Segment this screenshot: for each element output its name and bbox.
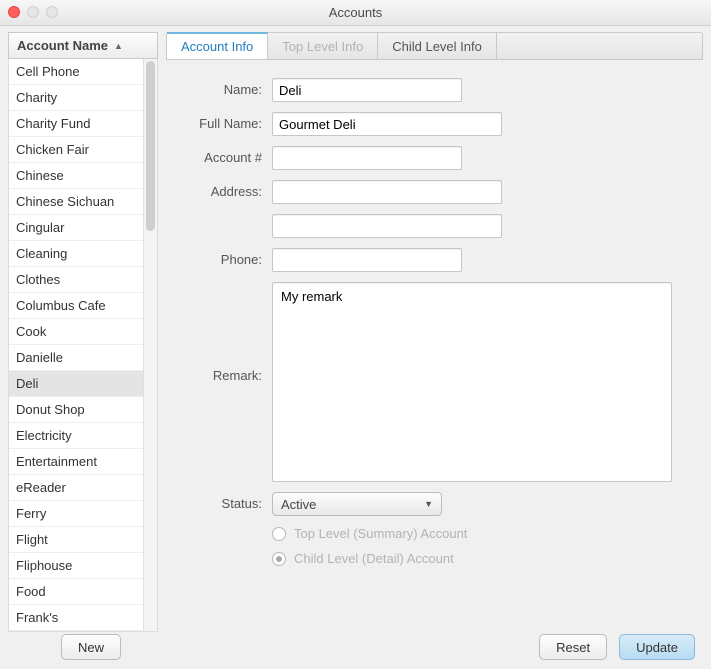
update-button[interactable]: Update bbox=[619, 634, 695, 660]
sidebar-header-label: Account Name bbox=[17, 38, 108, 53]
radio-top-level-label: Top Level (Summary) Account bbox=[294, 526, 467, 541]
label-full-name: Full Name: bbox=[166, 112, 272, 131]
scrollbar[interactable] bbox=[143, 59, 157, 631]
scrollbar-thumb[interactable] bbox=[146, 61, 155, 231]
window-title: Accounts bbox=[329, 5, 382, 20]
remark-textarea[interactable]: My remark bbox=[272, 282, 672, 482]
list-item[interactable]: Food bbox=[9, 579, 143, 605]
radio-child-level: Child Level (Detail) Account bbox=[272, 551, 693, 566]
full-name-input[interactable] bbox=[272, 112, 502, 136]
name-input[interactable] bbox=[272, 78, 462, 102]
list-item[interactable]: Clothes bbox=[9, 267, 143, 293]
close-icon[interactable] bbox=[8, 6, 20, 18]
list-item[interactable]: Flight bbox=[9, 527, 143, 553]
label-name: Name: bbox=[166, 78, 272, 97]
radio-child-level-input bbox=[272, 552, 286, 566]
list-item[interactable]: Cingular bbox=[9, 215, 143, 241]
reset-button[interactable]: Reset bbox=[539, 634, 607, 660]
status-value: Active bbox=[281, 497, 316, 512]
list-item[interactable]: Ferry bbox=[9, 501, 143, 527]
list-item[interactable]: Fliphouse bbox=[9, 553, 143, 579]
tab-account-info[interactable]: Account Info bbox=[167, 32, 268, 59]
new-button[interactable]: New bbox=[61, 634, 121, 660]
list-item[interactable]: Deli bbox=[9, 371, 143, 397]
account-info-form: Name: Full Name: Account # Address: Phon… bbox=[166, 60, 703, 586]
list-item[interactable]: Danielle bbox=[9, 345, 143, 371]
phone-input[interactable] bbox=[272, 248, 462, 272]
label-account-num: Account # bbox=[166, 146, 272, 165]
radio-child-level-label: Child Level (Detail) Account bbox=[294, 551, 454, 566]
tab-child-level-info[interactable]: Child Level Info bbox=[378, 33, 497, 59]
list-item[interactable]: Electricity bbox=[9, 423, 143, 449]
tab-top-level-info: Top Level Info bbox=[268, 33, 378, 59]
tab-bar: Account InfoTop Level InfoChild Level In… bbox=[166, 32, 703, 60]
chevron-down-icon: ▼ bbox=[424, 499, 433, 509]
account-list[interactable]: Cell PhoneCharityCharity FundChicken Fai… bbox=[9, 59, 143, 631]
list-item[interactable]: Columbus Cafe bbox=[9, 293, 143, 319]
titlebar: Accounts bbox=[0, 0, 711, 26]
window-controls bbox=[8, 6, 58, 18]
sidebar: Account Name ▲ Cell PhoneCharityCharity … bbox=[8, 32, 158, 626]
list-item[interactable]: Chinese Sichuan bbox=[9, 189, 143, 215]
radio-top-level: Top Level (Summary) Account bbox=[272, 526, 693, 541]
radio-top-level-input bbox=[272, 527, 286, 541]
minimize-icon[interactable] bbox=[27, 6, 39, 18]
list-item[interactable]: Cook bbox=[9, 319, 143, 345]
list-item[interactable]: Chicken Fair bbox=[9, 137, 143, 163]
list-item[interactable]: Frank's bbox=[9, 605, 143, 631]
label-blank bbox=[166, 214, 272, 218]
label-remark: Remark: bbox=[166, 282, 272, 383]
label-address: Address: bbox=[166, 180, 272, 199]
list-item[interactable]: Charity bbox=[9, 85, 143, 111]
status-select[interactable]: Active ▼ bbox=[272, 492, 442, 516]
list-item[interactable]: eReader bbox=[9, 475, 143, 501]
label-phone: Phone: bbox=[166, 248, 272, 267]
list-item[interactable]: Donut Shop bbox=[9, 397, 143, 423]
address2-input[interactable] bbox=[272, 214, 502, 238]
address1-input[interactable] bbox=[272, 180, 502, 204]
list-item[interactable]: Entertainment bbox=[9, 449, 143, 475]
label-status: Status: bbox=[166, 492, 272, 511]
sidebar-header[interactable]: Account Name ▲ bbox=[8, 32, 158, 59]
list-item[interactable]: Cleaning bbox=[9, 241, 143, 267]
list-item[interactable]: Chinese bbox=[9, 163, 143, 189]
zoom-icon[interactable] bbox=[46, 6, 58, 18]
account-num-input[interactable] bbox=[272, 146, 462, 170]
sort-asc-icon: ▲ bbox=[114, 41, 123, 51]
list-item[interactable]: Cell Phone bbox=[9, 59, 143, 85]
list-item[interactable]: Charity Fund bbox=[9, 111, 143, 137]
